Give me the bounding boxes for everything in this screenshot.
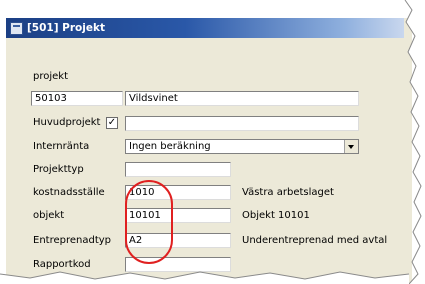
screenshot: [501] Projekt projekt 50103 Vildsvinet H… [0,0,425,284]
torn-paper-edge [0,0,425,284]
